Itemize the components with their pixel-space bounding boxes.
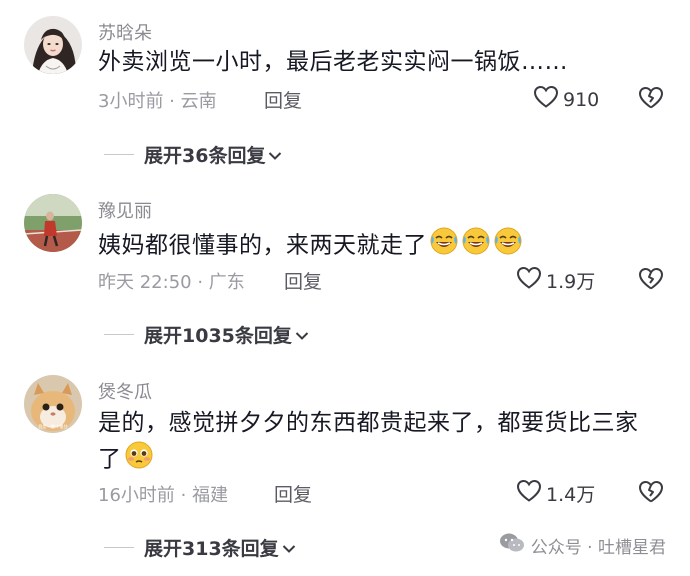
expand-replies-button[interactable]: 展开313条回复 xyxy=(104,534,296,561)
broken-heart-icon xyxy=(638,481,664,508)
dislike-button[interactable] xyxy=(638,267,664,295)
reply-button[interactable]: 回复 xyxy=(284,267,322,294)
watermark: 公众号 · 吐槽星君 xyxy=(499,532,666,559)
dislike-button[interactable] xyxy=(638,86,664,114)
like-count: 910 xyxy=(563,88,600,111)
expand-replies-button[interactable]: 展开36条回复 xyxy=(104,141,282,168)
username[interactable]: 苏晗朵 xyxy=(98,19,152,45)
laughing-tears-emoji xyxy=(493,226,523,266)
chevron-down-icon xyxy=(292,324,309,346)
avatar[interactable]: 我是一整个傻住 xyxy=(24,375,82,433)
wechat-icon xyxy=(499,532,525,559)
like-count: 1.9万 xyxy=(546,271,596,293)
expand-replies-button[interactable]: 展开1035条回复 xyxy=(104,321,309,348)
laughing-tears-emoji xyxy=(461,226,491,266)
divider-line xyxy=(104,334,134,335)
comment-meta: 昨天 22:50 · 广东 xyxy=(98,272,245,293)
expand-replies-label: 展开36条回复 xyxy=(144,145,266,167)
comment-text-content: 是的，感觉拼夕夕的东西都贵起来了，都要货比三家了 xyxy=(98,410,639,473)
watermark-text: 公众号 · 吐槽星君 xyxy=(530,538,666,558)
expand-replies-label: 展开1035条回复 xyxy=(144,325,292,347)
laughing-tears-emoji xyxy=(429,226,459,266)
reply-button[interactable]: 回复 xyxy=(264,86,302,113)
comment-text-content: 姨妈都很懂事的，来两天就走了 xyxy=(98,232,427,259)
comment-text: 姨妈都很懂事的，来两天就走了 xyxy=(98,226,662,266)
chevron-down-icon xyxy=(265,144,282,166)
username[interactable]: 煲冬瓜 xyxy=(98,378,152,404)
username[interactable]: 豫见丽 xyxy=(98,197,152,223)
dislike-button[interactable] xyxy=(638,480,664,508)
divider-line xyxy=(104,547,134,548)
pleading-face-emoji xyxy=(124,440,154,480)
avatar[interactable] xyxy=(24,16,82,74)
comment-text: 是的，感觉拼夕夕的东西都贵起来了，都要货比三家了 xyxy=(98,407,660,480)
broken-heart-icon xyxy=(638,87,664,114)
avatar-caption: 我是一整个傻住 xyxy=(38,423,68,430)
avatar[interactable] xyxy=(24,194,82,252)
heart-outline-icon xyxy=(516,266,542,295)
reply-button[interactable]: 回复 xyxy=(274,480,312,507)
expand-replies-label: 展开313条回复 xyxy=(144,538,279,560)
like-count: 1.4万 xyxy=(546,484,596,506)
comment-meta: 16小时前 · 福建 xyxy=(98,485,229,506)
divider-line xyxy=(104,154,134,155)
broken-heart-icon xyxy=(638,268,664,295)
chevron-down-icon xyxy=(279,537,296,559)
like-button[interactable]: 1.9万 xyxy=(516,266,595,295)
heart-outline-icon xyxy=(516,479,542,508)
comment-meta: 3小时前 · 云南 xyxy=(98,91,217,112)
like-button[interactable]: 1.4万 xyxy=(516,479,595,508)
comment-text: 外卖浏览一小时，最后老老实实闷一锅饭…… xyxy=(98,49,568,75)
like-button[interactable]: 910 xyxy=(533,85,599,114)
heart-outline-icon xyxy=(533,85,559,114)
